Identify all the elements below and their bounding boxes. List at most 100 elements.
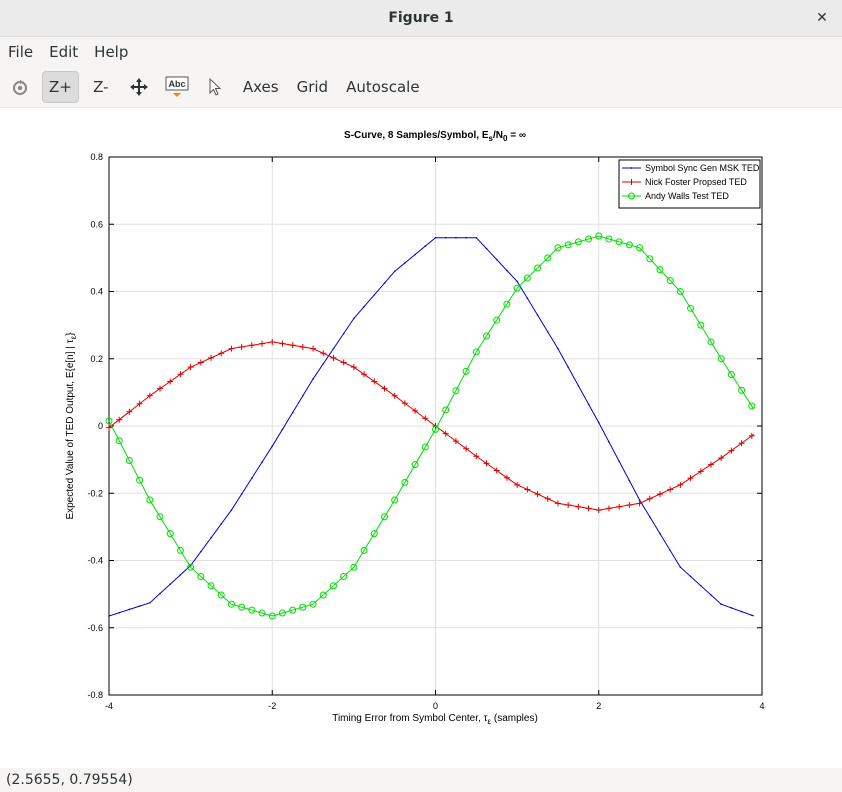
series-0-marker-21 <box>322 362 325 365</box>
series-0-marker-29 <box>404 262 406 264</box>
axes-button[interactable]: Axes <box>237 71 285 103</box>
series-0-marker-15 <box>261 461 263 463</box>
s-curve-chart[interactable]: S-Curve, 8 Samples/Symbol, Es/N0 = ∞ Tim… <box>0 108 842 768</box>
zoom-out-label: Z- <box>93 77 109 96</box>
series-0-marker-46 <box>577 384 580 387</box>
grid-button[interactable]: Grid <box>291 71 334 103</box>
series-0-marker-56 <box>679 566 682 569</box>
chart-title: S-Curve, 8 Samples/Symbol, Es/N0 = ∞ <box>344 130 526 143</box>
y-tick-label-2: -0.4 <box>87 556 103 566</box>
series-0-marker-16 <box>271 445 274 447</box>
series-0-marker-12 <box>230 509 233 511</box>
series-0-marker-0 <box>108 615 110 617</box>
series-0-marker-55 <box>669 549 671 552</box>
series-0-marker-62 <box>740 610 743 613</box>
window-title: Figure 1 <box>388 10 454 26</box>
x-tick-label-2: 0 <box>433 701 438 711</box>
series-0-marker-51 <box>628 479 631 482</box>
series-0-marker-59 <box>710 594 712 596</box>
series-0-marker-1 <box>118 611 121 614</box>
x-axis-label: Timing Error from Symbol Center, τε (sam… <box>332 713 538 726</box>
series-0-marker-17 <box>281 428 284 431</box>
window-titlebar: Figure 1 ✕ <box>0 0 842 37</box>
menu-file[interactable]: File <box>0 43 41 61</box>
series-0-marker-58 <box>699 584 702 587</box>
series-0-marker-13 <box>240 493 243 495</box>
series-0-marker-28 <box>393 270 396 273</box>
x-tick-label-0: -4 <box>105 701 113 711</box>
series-0-marker-49 <box>608 441 610 443</box>
series-0-marker-10 <box>210 537 212 539</box>
series-0-marker-38 <box>495 258 498 261</box>
series-0-marker-19 <box>302 394 304 397</box>
series-0-marker-33 <box>444 236 447 239</box>
series-0-marker-43 <box>546 331 549 333</box>
series-0-marker-9 <box>200 550 202 553</box>
y-tick-label-0: -0.8 <box>87 690 103 700</box>
series-0-marker-61 <box>730 607 733 609</box>
zoom-out-button[interactable]: Z- <box>85 71 117 103</box>
cursor-coordinates: (2.5655, 0.79554) <box>6 772 133 788</box>
series-0-marker-45 <box>567 366 569 368</box>
close-icon[interactable]: ✕ <box>810 6 834 30</box>
text-tool-icon: Abc <box>165 76 189 97</box>
legend-label-2: Andy Walls Test TED <box>645 191 729 201</box>
autoscale-label: Autoscale <box>346 77 420 96</box>
series-0-marker-53 <box>648 515 651 518</box>
series-0-marker-31 <box>424 245 427 247</box>
series-0-marker-44 <box>557 347 559 350</box>
legend-label-0: Symbol Sync Gen MSK TED <box>645 163 760 173</box>
legend-marker-0 <box>630 167 633 169</box>
series-0-marker-50 <box>618 460 620 463</box>
pointer-icon <box>209 77 222 96</box>
series-0-marker-48 <box>597 421 600 424</box>
svg-text:Abc: Abc <box>168 79 185 89</box>
y-tick-label-5: 0.2 <box>90 354 103 364</box>
legend-label-1: Nick Foster Propsed TED <box>645 177 747 187</box>
series-0-marker-23 <box>342 332 345 335</box>
series-0-marker-24 <box>353 317 355 320</box>
autoscale-button[interactable]: Autoscale <box>340 71 425 103</box>
zoom-in-button[interactable]: Z+ <box>42 70 79 103</box>
series-0-marker-35 <box>465 236 467 239</box>
text-tool-button[interactable]: Abc <box>161 71 193 103</box>
rotate-button[interactable] <box>4 71 36 103</box>
series-0-marker-41 <box>526 297 529 300</box>
series-0-marker-27 <box>383 282 386 284</box>
series-0-marker-34 <box>455 236 457 239</box>
series-0-marker-25 <box>363 305 365 308</box>
y-tick-label-4: 0 <box>98 421 103 431</box>
axes-label: Axes <box>242 77 279 96</box>
x-tick-label-3: 2 <box>596 701 601 711</box>
series-0-marker-60 <box>720 603 722 606</box>
menu-help[interactable]: Help <box>86 43 136 61</box>
plot-canvas[interactable]: S-Curve, 8 Samples/Symbol, Es/N0 = ∞ Tim… <box>0 108 842 768</box>
series-0-marker-22 <box>332 347 335 350</box>
menu-edit[interactable]: Edit <box>41 43 86 61</box>
series-0-marker-54 <box>659 532 661 535</box>
series-0-marker-36 <box>475 236 478 239</box>
pan-icon <box>129 77 148 96</box>
x-tick-label-1: -2 <box>268 701 276 711</box>
series-0-marker-26 <box>373 294 376 296</box>
y-tick-label-6: 0.4 <box>90 287 103 297</box>
zoom-in-label: Z+ <box>49 77 72 96</box>
series-0-marker-11 <box>220 523 223 525</box>
series-0-marker-4 <box>149 602 151 604</box>
y-tick-label-3: -0.2 <box>87 488 103 498</box>
series-0-marker-2 <box>128 608 131 611</box>
series-0-marker-63 <box>750 614 753 617</box>
series-0-marker-32 <box>434 236 437 239</box>
series-0-marker-20 <box>312 378 314 380</box>
grid-label: Grid <box>296 77 329 96</box>
series-0-marker-7 <box>179 574 182 576</box>
series-0-marker-18 <box>291 411 294 414</box>
series-0-marker-57 <box>689 575 692 578</box>
select-button[interactable] <box>199 71 231 103</box>
pan-button[interactable] <box>123 71 155 103</box>
series-0-marker-14 <box>251 477 253 479</box>
rotate-icon <box>13 79 27 95</box>
series-0-marker-3 <box>138 605 141 607</box>
series-0-marker-37 <box>485 247 488 250</box>
series-0-marker-42 <box>536 314 539 316</box>
